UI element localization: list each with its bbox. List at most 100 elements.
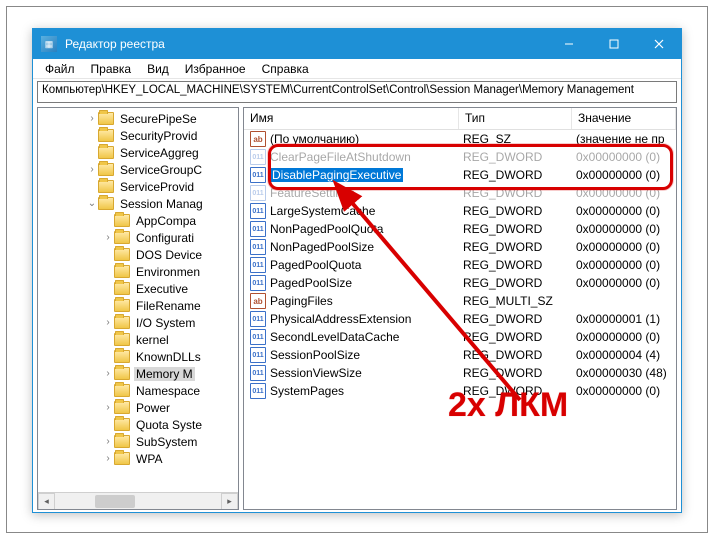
folder-icon bbox=[114, 316, 130, 329]
tree-item[interactable]: Environmen bbox=[38, 263, 238, 280]
chevron-right-icon[interactable]: › bbox=[102, 436, 114, 447]
titlebar[interactable]: ▦ Редактор реестра bbox=[33, 29, 681, 59]
value-type: REG_DWORD bbox=[463, 330, 576, 344]
chevron-right-icon[interactable]: › bbox=[102, 402, 114, 413]
chevron-right-icon[interactable]: › bbox=[102, 453, 114, 464]
minimize-button[interactable] bbox=[546, 29, 591, 59]
tree-item[interactable]: ServiceAggreg bbox=[38, 144, 238, 161]
chevron-right-icon[interactable]: › bbox=[102, 232, 114, 243]
list-row[interactable]: PagedPoolSizeREG_DWORD0x00000000 (0) bbox=[244, 274, 676, 292]
tree-item[interactable]: ›Configurati bbox=[38, 229, 238, 246]
folder-icon bbox=[114, 384, 130, 397]
value-name: PagedPoolQuota bbox=[270, 258, 463, 272]
list-row[interactable]: LargeSystemCacheREG_DWORD0x00000000 (0) bbox=[244, 202, 676, 220]
value-name: (По умолчанию) bbox=[270, 132, 463, 146]
value-type: REG_DWORD bbox=[463, 366, 576, 380]
menu-view[interactable]: Вид bbox=[139, 60, 177, 78]
tree-item-label: ServiceProvid bbox=[118, 180, 196, 194]
folder-icon bbox=[98, 146, 114, 159]
app-icon: ▦ bbox=[41, 36, 57, 52]
scroll-right-arrow-icon[interactable]: ▸ bbox=[221, 493, 238, 510]
value-name: NonPagedPoolSize bbox=[270, 240, 463, 254]
maximize-button[interactable] bbox=[591, 29, 636, 59]
tree-body[interactable]: ›SecurePipeSeSecurityProvid ServiceAggreg… bbox=[38, 108, 238, 492]
tree-item[interactable]: DOS Device bbox=[38, 246, 238, 263]
reg-dword-icon bbox=[250, 203, 266, 219]
list-row[interactable]: SessionPoolSizeREG_DWORD0x00000004 (4) bbox=[244, 346, 676, 364]
tree-item[interactable]: Namespace bbox=[38, 382, 238, 399]
tree-item[interactable]: ›I/O System bbox=[38, 314, 238, 331]
chevron-right-icon[interactable]: › bbox=[102, 368, 114, 379]
column-header-value[interactable]: Значение bbox=[572, 108, 676, 129]
reg-dword-icon bbox=[250, 347, 266, 363]
tree-horizontal-scrollbar[interactable]: ◂ ▸ bbox=[38, 492, 238, 509]
value-type: REG_DWORD bbox=[463, 240, 576, 254]
scroll-thumb[interactable] bbox=[95, 495, 135, 508]
tree-item-label: WPA bbox=[134, 452, 164, 466]
list-row[interactable]: PhysicalAddressExtensionREG_DWORD0x00000… bbox=[244, 310, 676, 328]
column-header-name[interactable]: Имя bbox=[244, 108, 459, 129]
value-data: 0x00000000 (0) bbox=[576, 384, 676, 398]
value-data: 0x00000004 (4) bbox=[576, 348, 676, 362]
menu-help[interactable]: Справка bbox=[254, 60, 317, 78]
tree-item[interactable]: ServiceProvid bbox=[38, 178, 238, 195]
chevron-down-icon[interactable]: ⌄ bbox=[86, 198, 98, 209]
list-row[interactable]: FeatureSettingsREG_DWORD0x00000000 (0) bbox=[244, 184, 676, 202]
tree-item[interactable]: Executive bbox=[38, 280, 238, 297]
list-row[interactable]: SecondLevelDataCacheREG_DWORD0x00000000 … bbox=[244, 328, 676, 346]
chevron-right-icon[interactable]: › bbox=[86, 164, 98, 175]
value-name: SecondLevelDataCache bbox=[270, 330, 463, 344]
column-header-type[interactable]: Тип bbox=[459, 108, 572, 129]
tree-item[interactable]: SecurityProvid bbox=[38, 127, 238, 144]
tree-item-label: Power bbox=[134, 401, 172, 415]
value-data: 0x00000001 (1) bbox=[576, 312, 676, 326]
menu-file[interactable]: Файл bbox=[37, 60, 83, 78]
values-list-pane[interactable]: Имя Тип Значение ab(По умолчанию)REG_SZ(… bbox=[243, 107, 677, 510]
reg-dword-icon bbox=[250, 221, 266, 237]
list-row[interactable]: SessionViewSizeREG_DWORD0x00000030 (48) bbox=[244, 364, 676, 382]
tree-item[interactable]: AppCompa bbox=[38, 212, 238, 229]
value-type: REG_MULTI_SZ bbox=[463, 294, 576, 308]
value-name: SessionPoolSize bbox=[270, 348, 463, 362]
list-row[interactable]: SystemPagesREG_DWORD0x00000000 (0) bbox=[244, 382, 676, 400]
list-row[interactable]: ab(По умолчанию)REG_SZ(значение не пр bbox=[244, 130, 676, 148]
chevron-right-icon[interactable]: › bbox=[86, 113, 98, 124]
menu-edit[interactable]: Правка bbox=[83, 60, 140, 78]
tree-item[interactable]: ⌄Session Manag bbox=[38, 195, 238, 212]
value-type: REG_DWORD bbox=[463, 384, 576, 398]
list-row[interactable]: ClearPageFileAtShutdownREG_DWORD0x000000… bbox=[244, 148, 676, 166]
tree-item-label: AppCompa bbox=[134, 214, 198, 228]
tree-item[interactable]: ›SubSystem bbox=[38, 433, 238, 450]
value-data: 0x00000000 (0) bbox=[576, 150, 676, 164]
tree-item-label: DOS Device bbox=[134, 248, 204, 262]
tree-item[interactable]: ›Memory M bbox=[38, 365, 238, 382]
tree-item[interactable]: › WPA bbox=[38, 450, 238, 467]
value-name: DisablePagingExecutive bbox=[270, 168, 463, 182]
tree-item[interactable]: ›SecurePipeSe bbox=[38, 110, 238, 127]
reg-dword-icon bbox=[250, 185, 266, 201]
list-row[interactable]: DisablePagingExecutiveREG_DWORD0x0000000… bbox=[244, 166, 676, 184]
tree-item[interactable]: › Power bbox=[38, 399, 238, 416]
tree-item-label: ServiceAggreg bbox=[118, 146, 201, 160]
tree-item[interactable]: ›ServiceGroupC bbox=[38, 161, 238, 178]
value-data: 0x00000000 (0) bbox=[576, 330, 676, 344]
tree-item[interactable]: kernel bbox=[38, 331, 238, 348]
list-row[interactable]: PagedPoolQuotaREG_DWORD0x00000000 (0) bbox=[244, 256, 676, 274]
list-row[interactable]: NonPagedPoolSizeREG_DWORD0x00000000 (0) bbox=[244, 238, 676, 256]
scroll-track[interactable] bbox=[55, 493, 221, 510]
list-header: Имя Тип Значение bbox=[244, 108, 676, 130]
close-button[interactable] bbox=[636, 29, 681, 59]
tree-item[interactable]: KnownDLLs bbox=[38, 348, 238, 365]
scroll-left-arrow-icon[interactable]: ◂ bbox=[38, 493, 55, 510]
reg-dword-icon bbox=[250, 275, 266, 291]
reg-dword-icon bbox=[250, 311, 266, 327]
menu-favorites[interactable]: Избранное bbox=[177, 60, 254, 78]
chevron-right-icon[interactable]: › bbox=[102, 317, 114, 328]
list-body[interactable]: ab(По умолчанию)REG_SZ(значение не прCle… bbox=[244, 130, 676, 400]
tree-pane[interactable]: ›SecurePipeSeSecurityProvid ServiceAggreg… bbox=[37, 107, 239, 510]
list-row[interactable]: abPagingFilesREG_MULTI_SZ bbox=[244, 292, 676, 310]
tree-item[interactable]: Quota Syste bbox=[38, 416, 238, 433]
address-bar[interactable]: Компьютер\HKEY_LOCAL_MACHINE\SYSTEM\Curr… bbox=[37, 81, 677, 103]
tree-item[interactable]: FileRename bbox=[38, 297, 238, 314]
list-row[interactable]: NonPagedPoolQuotaREG_DWORD0x00000000 (0) bbox=[244, 220, 676, 238]
